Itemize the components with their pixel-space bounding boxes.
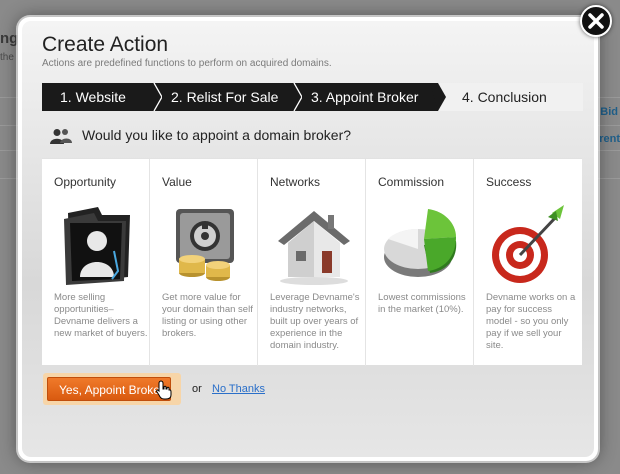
background-text-fragment: the — [0, 52, 14, 63]
feature-description: Lowest commissions in the market (10%). — [378, 292, 466, 315]
modal-subtitle: Actions are predefined functions to perf… — [42, 58, 332, 69]
feature-value: Value Get more value for your domain tha… — [150, 159, 258, 366]
feature-title: Networks — [270, 175, 321, 189]
feature-description: Get more value for your domain than self… — [162, 292, 253, 339]
hand-cursor-icon — [156, 380, 172, 400]
feature-success: Success Devname works on a pay for succe… — [474, 159, 582, 366]
no-thanks-link[interactable]: No Thanks — [212, 383, 265, 395]
step-progress-bar: 1. Website 2. Relist For Sale 3. Appoint… — [42, 83, 583, 111]
background-column-header: rent — [599, 133, 620, 145]
step-chevron-icon — [286, 83, 302, 111]
step-website[interactable]: 1. Website — [42, 83, 154, 111]
feature-networks: Networks Leverage Devname's industry net… — [258, 159, 366, 366]
close-icon — [588, 13, 604, 29]
pie-chart-icon — [384, 209, 457, 277]
users-icon — [50, 129, 72, 144]
feature-title: Success — [486, 175, 532, 189]
house-icon — [278, 211, 350, 285]
user-folder-icon — [64, 207, 130, 285]
step-appoint-broker[interactable]: 3. Appoint Broker — [294, 83, 438, 111]
create-action-modal: Create Action Actions are predefined fun… — [18, 17, 598, 461]
target-icon — [492, 205, 564, 283]
feature-description: Devname works on a pay for success model… — [486, 292, 576, 351]
feature-title: Opportunity — [54, 175, 117, 189]
feature-description: Leverage Devname's industry networks, bu… — [270, 292, 360, 351]
step-chevron-icon — [146, 83, 162, 111]
step-relist-for-sale[interactable]: 2. Relist For Sale — [154, 83, 294, 111]
appoint-broker-button[interactable]: Yes, Appoint Broker — [47, 377, 171, 401]
question-text: Would you like to appoint a domain broke… — [82, 127, 352, 143]
modal-title: Create Action — [42, 33, 169, 56]
feature-opportunity: Opportunity More selling opportunities– … — [42, 159, 150, 366]
background-heading-fragment: ng — [0, 30, 19, 47]
feature-panel: Opportunity More selling opportunities– … — [42, 158, 582, 366]
modal-body: Create Action Actions are predefined fun… — [22, 21, 594, 457]
or-label: or — [192, 383, 202, 395]
step-chevron-icon — [430, 83, 446, 111]
close-button[interactable] — [580, 5, 612, 37]
feature-commission: Commission Lowest commissions in the mar… — [366, 159, 474, 366]
safe-coins-icon — [176, 209, 234, 281]
feature-description: More selling opportunities– Devname deli… — [54, 292, 148, 339]
feature-title: Value — [162, 175, 192, 189]
background-column-header: Bid — [600, 106, 618, 118]
feature-title: Commission — [378, 175, 445, 189]
step-conclusion[interactable]: 4. Conclusion — [438, 83, 583, 111]
